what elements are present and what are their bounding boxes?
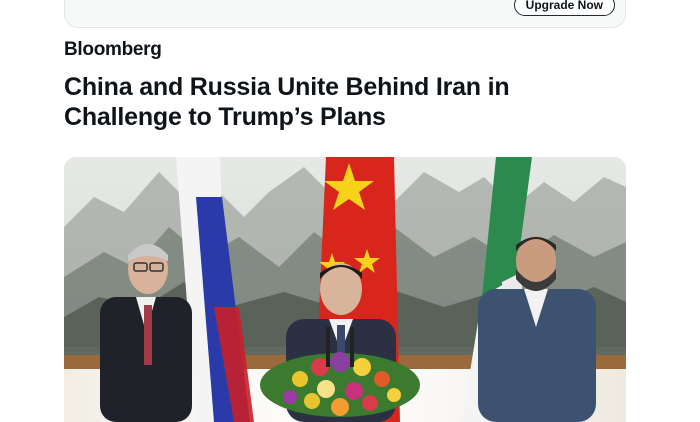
article-photo[interactable]	[64, 157, 626, 422]
article-headline[interactable]: China and Russia Unite Behind Iran in Ch…	[64, 72, 584, 132]
source-name[interactable]: Bloomberg	[64, 39, 162, 61]
upgrade-now-button[interactable]: Upgrade Now	[513, 0, 615, 16]
news-photo	[64, 157, 626, 422]
upgrade-banner: Upgrade Now	[64, 0, 626, 28]
